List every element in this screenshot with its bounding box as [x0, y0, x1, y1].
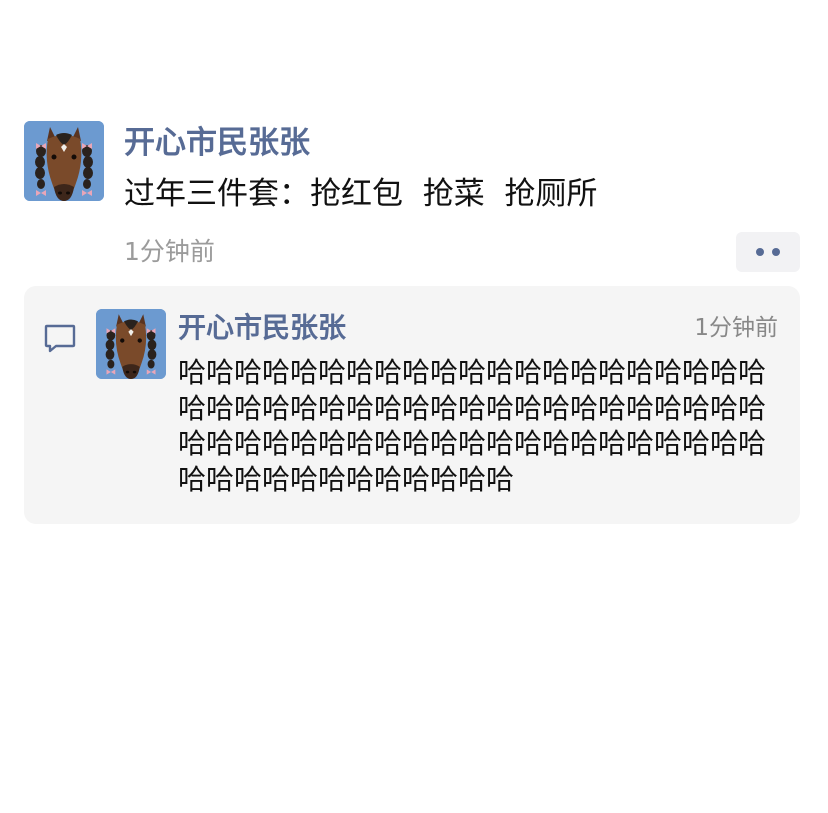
more-dots-icon-2	[772, 248, 780, 256]
more-actions-button[interactable]	[736, 232, 800, 272]
comment-section: 开心市民张张 1分钟前 哈哈哈哈哈哈哈哈哈哈哈哈哈哈哈哈哈哈哈哈哈哈哈哈哈哈哈哈…	[24, 286, 800, 524]
post-author-name[interactable]: 开心市民张张	[124, 122, 310, 164]
comment-author-avatar[interactable]	[96, 309, 166, 379]
more-dots-icon	[756, 248, 764, 256]
horse-avatar-icon	[96, 309, 166, 379]
horse-avatar-icon	[24, 121, 104, 201]
post-author-avatar[interactable]	[24, 121, 104, 201]
comment-icon	[44, 324, 76, 353]
comment-text: 哈哈哈哈哈哈哈哈哈哈哈哈哈哈哈哈哈哈哈哈哈哈哈哈哈哈哈哈哈哈哈哈哈哈哈哈哈哈哈哈…	[178, 356, 767, 496]
post-text: 过年三件套：抢红包 抢菜 抢厕所	[124, 176, 598, 212]
post-timestamp: 1分钟前	[124, 237, 215, 266]
comment-author-name[interactable]: 开心市民张张	[178, 309, 346, 347]
comment-timestamp: 1分钟前	[694, 315, 778, 341]
